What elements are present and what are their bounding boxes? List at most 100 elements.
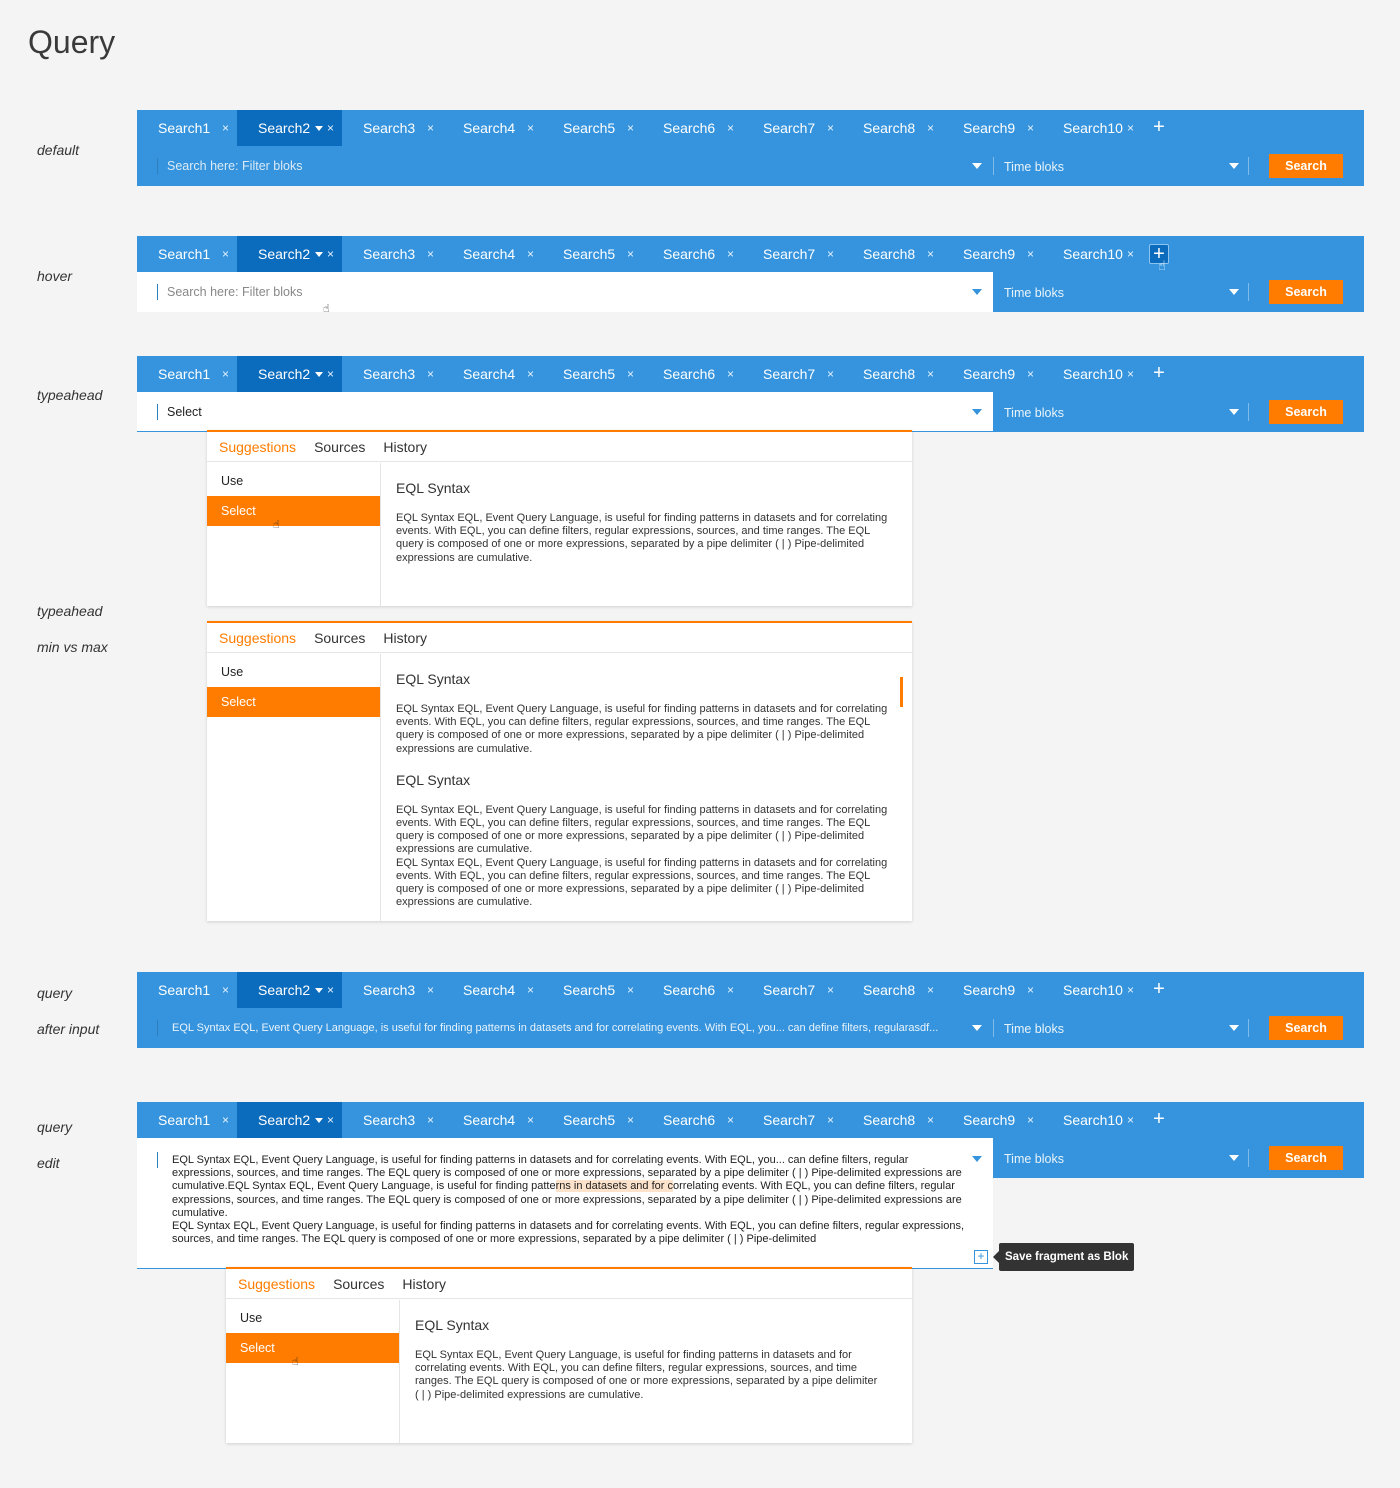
tab-search-3[interactable]: Search3 × — [342, 972, 442, 1008]
tab-search-9[interactable]: Search9 × — [942, 972, 1042, 1008]
close-icon[interactable]: × — [222, 1113, 229, 1127]
tab-search-2[interactable]: Search2 × — [237, 236, 342, 272]
query-dropdown-icon[interactable] — [972, 1025, 982, 1031]
tab-search-5[interactable]: Search5 × — [542, 236, 642, 272]
close-icon[interactable]: × — [327, 247, 334, 261]
query-input[interactable]: Search here: Filter bloks ☝ — [137, 272, 993, 315]
time-input[interactable]: Time bloks — [1004, 1152, 1064, 1166]
tab-suggestions[interactable]: Suggestions — [219, 439, 296, 455]
tab-search-10[interactable]: Search10 × — [1042, 110, 1142, 146]
highlighted-fragment[interactable]: rns in datasets and for c — [555, 1180, 673, 1193]
close-icon[interactable]: × — [1127, 1113, 1134, 1127]
close-icon[interactable]: × — [927, 367, 934, 381]
tab-search-3[interactable]: Search3 × — [342, 1102, 442, 1138]
tab-search-4[interactable]: Search4 × — [442, 1102, 542, 1138]
tab-sources[interactable]: Sources — [314, 630, 365, 646]
suggestion-item-use[interactable]: Use — [207, 657, 380, 687]
suggestion-item-select[interactable]: Select — [207, 687, 380, 717]
tab-search-6[interactable]: Search6 × — [642, 110, 742, 146]
tab-search-10[interactable]: Search10 × — [1042, 972, 1142, 1008]
close-icon[interactable]: × — [827, 367, 834, 381]
time-input[interactable]: Time bloks — [1004, 1022, 1064, 1036]
time-dropdown-icon[interactable] — [1229, 409, 1239, 415]
tab-history[interactable]: History — [383, 630, 427, 646]
close-icon[interactable]: × — [327, 983, 334, 997]
close-icon[interactable]: × — [222, 983, 229, 997]
time-input[interactable]: Time bloks — [1004, 286, 1064, 300]
add-tab-icon[interactable]: + — [1149, 117, 1169, 138]
tab-sources[interactable]: Sources — [314, 439, 365, 455]
tab-search-6[interactable]: Search6 × — [642, 1102, 742, 1138]
tab-search-4[interactable]: Search4 × — [442, 236, 542, 272]
close-icon[interactable]: × — [527, 247, 534, 261]
close-icon[interactable]: × — [327, 121, 334, 135]
close-icon[interactable]: × — [527, 983, 534, 997]
time-dropdown-icon[interactable] — [1229, 289, 1239, 295]
add-tab-icon[interactable]: + — [1149, 363, 1169, 384]
close-icon[interactable]: × — [1027, 983, 1034, 997]
tab-search-9[interactable]: Search9 × — [942, 1102, 1042, 1138]
query-input[interactable]: Search here: Filter bloks — [137, 146, 993, 186]
close-icon[interactable]: × — [927, 121, 934, 135]
tab-search-7[interactable]: Search7 × — [742, 356, 842, 392]
add-tab-icon[interactable]: + — [1149, 1109, 1169, 1130]
close-icon[interactable]: × — [1127, 983, 1134, 997]
close-icon[interactable]: × — [827, 121, 834, 135]
scrollbar[interactable] — [900, 677, 903, 707]
close-icon[interactable]: × — [527, 367, 534, 381]
time-dropdown-icon[interactable] — [1229, 1025, 1239, 1031]
close-icon[interactable]: × — [1027, 367, 1034, 381]
search-button[interactable]: Search — [1269, 400, 1343, 424]
tab-search-2[interactable]: Search2 × — [237, 110, 342, 146]
tab-search-10[interactable]: Search10 × — [1042, 1102, 1142, 1138]
query-dropdown-icon[interactable] — [972, 289, 982, 295]
query-dropdown-icon[interactable] — [972, 163, 982, 169]
tab-search-8[interactable]: Search8 × — [842, 972, 942, 1008]
suggestion-item-select[interactable]: Select — [226, 1333, 399, 1363]
tab-search-6[interactable]: Search6 × — [642, 356, 742, 392]
tab-suggestions[interactable]: Suggestions — [238, 1276, 315, 1292]
tab-search-3[interactable]: Search3 × — [342, 356, 442, 392]
add-tab-icon[interactable]: + — [1149, 979, 1169, 1000]
search-button[interactable]: Search — [1269, 1146, 1343, 1170]
tab-search-4[interactable]: Search4 × — [442, 356, 542, 392]
query-editor[interactable]: EQL Syntax EQL, Event Query Language, is… — [137, 1138, 993, 1269]
close-icon[interactable]: × — [1027, 1113, 1034, 1127]
close-icon[interactable]: × — [427, 121, 434, 135]
close-icon[interactable]: × — [427, 247, 434, 261]
suggestion-item-use[interactable]: Use — [207, 466, 380, 496]
close-icon[interactable]: × — [427, 983, 434, 997]
tab-search-6[interactable]: Search6 × — [642, 236, 742, 272]
tab-search-8[interactable]: Search8 × — [842, 356, 942, 392]
suggestion-item-select[interactable]: Select — [207, 496, 380, 526]
query-dropdown-icon[interactable] — [972, 409, 982, 415]
query-input[interactable]: Select — [137, 392, 993, 432]
close-icon[interactable]: × — [427, 1113, 434, 1127]
close-icon[interactable]: × — [1127, 247, 1134, 261]
close-icon[interactable]: × — [927, 1113, 934, 1127]
close-icon[interactable]: × — [527, 121, 534, 135]
close-icon[interactable]: × — [327, 1113, 334, 1127]
time-input[interactable]: Time bloks — [1004, 160, 1064, 174]
tab-search-10[interactable]: Search10 × — [1042, 236, 1142, 272]
close-icon[interactable]: × — [527, 1113, 534, 1127]
tab-search-5[interactable]: Search5 × — [542, 1102, 642, 1138]
save-fragment-icon[interactable]: + — [974, 1250, 988, 1264]
close-icon[interactable]: × — [827, 983, 834, 997]
time-dropdown-icon[interactable] — [1229, 1155, 1239, 1161]
tab-search-2[interactable]: Search2 × — [237, 356, 342, 392]
tab-search-1[interactable]: Search1 × — [137, 236, 237, 272]
tab-search-7[interactable]: Search7 × — [742, 236, 842, 272]
tab-suggestions[interactable]: Suggestions — [219, 630, 296, 646]
tab-search-7[interactable]: Search7 × — [742, 1102, 842, 1138]
tab-history[interactable]: History — [383, 439, 427, 455]
close-icon[interactable]: × — [727, 1113, 734, 1127]
tab-search-2[interactable]: Search2 × — [237, 972, 342, 1008]
close-icon[interactable]: × — [827, 1113, 834, 1127]
chevron-down-icon[interactable] — [315, 125, 324, 131]
tab-search-7[interactable]: Search7 × — [742, 972, 842, 1008]
tab-search-5[interactable]: Search5 × — [542, 972, 642, 1008]
tab-search-7[interactable]: Search7 × — [742, 110, 842, 146]
close-icon[interactable]: × — [627, 1113, 634, 1127]
tab-search-10[interactable]: Search10 × — [1042, 356, 1142, 392]
